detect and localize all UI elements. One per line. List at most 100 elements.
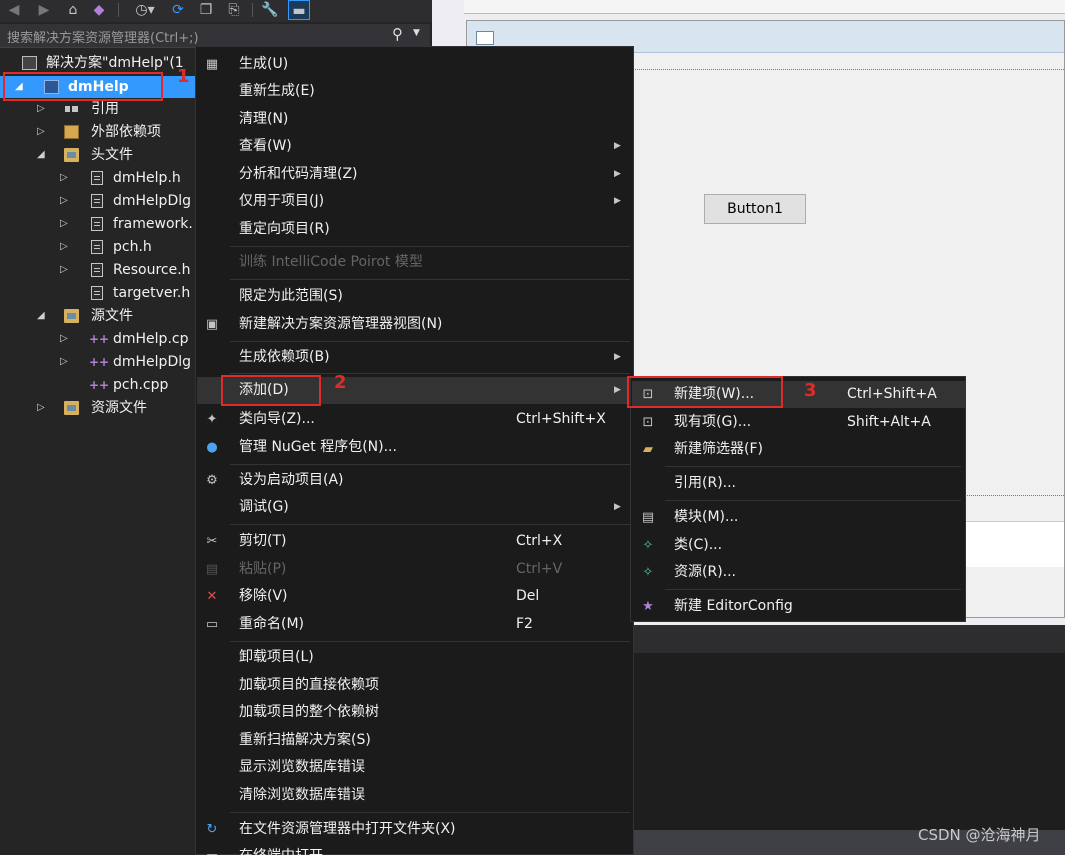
scissors-icon: ✂ bbox=[206, 534, 218, 549]
menu-item-clear-db-errors[interactable]: 清除浏览数据库错误 bbox=[196, 782, 633, 809]
menu-item-class-wizard[interactable]: ✦ 类向导(Z)... Ctrl+Shift+X bbox=[196, 406, 633, 433]
vs-switch-icon[interactable]: ◆ bbox=[90, 0, 108, 20]
menu-item-rescan[interactable]: 重新扫描解决方案(S) bbox=[196, 727, 633, 754]
tree-item-header-files[interactable]: ◢ 头文件 bbox=[0, 144, 200, 166]
menu-item-open-terminal[interactable]: ▭ 在终端中打开 bbox=[196, 843, 633, 855]
tree-item-source-files[interactable]: ◢ 源文件 bbox=[0, 305, 200, 327]
tree-item-label: 引用 bbox=[91, 101, 119, 117]
button1-control[interactable]: Button1 bbox=[704, 194, 806, 224]
tree-item-file[interactable]: ▷ ++ dmHelpDlg bbox=[0, 351, 200, 373]
menu-item-scope[interactable]: 限定为此范围(S) bbox=[196, 283, 633, 310]
menu-item-existing-item[interactable]: ⊡ 现有项(G)... Shift+Alt+A bbox=[631, 409, 965, 436]
menu-item-analyze[interactable]: 分析和代码清理(Z) ▶ bbox=[196, 161, 633, 188]
menu-item-load-tree[interactable]: 加载项目的整个依赖树 bbox=[196, 699, 633, 726]
back-icon[interactable]: ◀ bbox=[6, 0, 22, 20]
menu-item-build[interactable]: ▦ 生成(U) bbox=[196, 51, 633, 78]
copy-icon[interactable]: ⎘ bbox=[224, 0, 244, 20]
tree-item-label: targetver.h bbox=[113, 285, 191, 301]
menu-item-reference[interactable]: 引用(R)... bbox=[631, 470, 965, 497]
menu-item-nuget[interactable]: ● 管理 NuGet 程序包(N)... bbox=[196, 434, 633, 461]
cpp-file-icon: ++ bbox=[89, 355, 110, 369]
tree-item-file[interactable]: ▷ pch.h bbox=[0, 236, 200, 258]
ruler bbox=[464, 0, 1065, 14]
filter-folder-icon bbox=[64, 309, 79, 323]
home-icon[interactable]: ⌂ bbox=[64, 0, 82, 20]
tree-item-resource-files[interactable]: ▷ 资源文件 bbox=[0, 397, 200, 419]
menu-item-clean[interactable]: 清理(N) bbox=[196, 106, 633, 133]
tree-item-file[interactable]: ▷ dmHelpDlg bbox=[0, 190, 200, 212]
collapsed-arrow-icon[interactable]: ▷ bbox=[37, 121, 45, 143]
tree-item-file[interactable]: ▷ framework. bbox=[0, 213, 200, 235]
submenu-arrow-icon: ▶ bbox=[614, 352, 621, 362]
pin-icon[interactable]: ▬ bbox=[288, 0, 310, 20]
filter-folder-icon bbox=[64, 401, 79, 415]
tree-item-file[interactable]: ▷ dmHelp.h bbox=[0, 167, 200, 189]
menu-item-resource[interactable]: ✧ 资源(R)... bbox=[631, 559, 965, 586]
menu-item-module[interactable]: ▤ 模块(M)... bbox=[631, 504, 965, 531]
expanded-arrow-icon[interactable]: ◢ bbox=[37, 305, 45, 327]
tree-item-file[interactable]: targetver.h bbox=[0, 282, 200, 304]
collapsed-arrow-icon[interactable]: ▷ bbox=[60, 351, 68, 373]
collapsed-arrow-icon[interactable]: ▷ bbox=[60, 259, 68, 281]
menu-item-cut[interactable]: ✂ 剪切(T) Ctrl+X bbox=[196, 528, 633, 555]
menu-item-show-db-errors[interactable]: 显示浏览数据库错误 bbox=[196, 754, 633, 781]
chevron-down-icon[interactable]: ▼ bbox=[413, 28, 420, 38]
forward-icon[interactable]: ▶ bbox=[36, 0, 52, 20]
menu-item-new-view[interactable]: ▣ 新建解决方案资源管理器视图(N) bbox=[196, 311, 633, 338]
menu-item-rename[interactable]: ▭ 重命名(M) F2 bbox=[196, 611, 633, 638]
collapse-icon[interactable]: ❐ bbox=[196, 0, 216, 20]
collapsed-arrow-icon[interactable]: ▷ bbox=[60, 190, 68, 212]
search-icon[interactable]: ⚲ bbox=[392, 25, 403, 43]
menu-item-label: 限定为此范围(S) bbox=[239, 288, 343, 304]
annotation-box-1 bbox=[3, 72, 163, 101]
tree-item-file[interactable]: ▷ Resource.h bbox=[0, 259, 200, 281]
collapsed-arrow-icon[interactable]: ▷ bbox=[60, 328, 68, 350]
history-icon[interactable]: ◷▾ bbox=[132, 0, 158, 20]
menu-item-label: 管理 NuGet 程序包(N)... bbox=[239, 439, 397, 455]
menu-separator bbox=[230, 812, 630, 813]
menu-item-class[interactable]: ✧ 类(C)... bbox=[631, 532, 965, 559]
menu-item-label: 调试(G) bbox=[239, 499, 289, 515]
collapsed-arrow-icon[interactable]: ▷ bbox=[37, 397, 45, 419]
menu-item-unload[interactable]: 卸载项目(L) bbox=[196, 644, 633, 671]
menu-item-open-folder[interactable]: ↻ 在文件资源管理器中打开文件夹(X) bbox=[196, 816, 633, 843]
menu-item-shortcut: Ctrl+X bbox=[516, 533, 563, 549]
tree-item-label: framework. bbox=[113, 216, 193, 232]
submenu-arrow-icon: ▶ bbox=[614, 502, 621, 512]
tree-item-solution[interactable]: 解决方案"dmHelp"(1 bbox=[0, 52, 200, 74]
annotation-number-3: 3 bbox=[804, 380, 817, 401]
new-view-icon: ▣ bbox=[205, 317, 219, 332]
menu-item-label: 重新生成(E) bbox=[239, 83, 315, 99]
collapsed-arrow-icon[interactable]: ▷ bbox=[60, 213, 68, 235]
submenu-arrow-icon: ▶ bbox=[614, 196, 621, 206]
collapsed-arrow-icon[interactable]: ▷ bbox=[37, 98, 45, 120]
menu-item-rebuild[interactable]: 重新生成(E) bbox=[196, 78, 633, 105]
submenu-arrow-icon: ▶ bbox=[614, 141, 621, 151]
menu-item-load-direct[interactable]: 加载项目的直接依赖项 bbox=[196, 672, 633, 699]
menu-item-label: 生成依赖项(B) bbox=[239, 349, 330, 365]
menu-item-retarget[interactable]: 重定向项目(R) bbox=[196, 216, 633, 243]
tree-item-references[interactable]: ▷ 引用 bbox=[0, 98, 200, 120]
menu-item-startup[interactable]: ⚙ 设为启动项目(A) bbox=[196, 467, 633, 494]
properties-icon[interactable]: 🔧 bbox=[260, 0, 280, 20]
menu-item-project-only[interactable]: 仅用于项目(J) ▶ bbox=[196, 188, 633, 215]
collapsed-arrow-icon[interactable]: ▷ bbox=[60, 167, 68, 189]
menu-item-editorconfig[interactable]: ★ 新建 EditorConfig bbox=[631, 593, 965, 620]
search-input[interactable]: 搜索解决方案资源管理器(Ctrl+;) ⚲ ▼ bbox=[0, 24, 430, 48]
filter-folder-icon bbox=[64, 148, 79, 162]
expanded-arrow-icon[interactable]: ◢ bbox=[37, 144, 45, 166]
collapsed-arrow-icon[interactable]: ▷ bbox=[60, 236, 68, 258]
tree-item-file[interactable]: ▷ ++ dmHelp.cp bbox=[0, 328, 200, 350]
menu-item-shortcut: F2 bbox=[516, 616, 533, 632]
menu-item-remove[interactable]: ✕ 移除(V) Del bbox=[196, 583, 633, 610]
menu-item-label: 加载项目的整个依赖树 bbox=[239, 704, 379, 720]
tree-item-external-deps[interactable]: ▷ 外部依赖项 bbox=[0, 121, 200, 143]
tree-item-file[interactable]: ++ pch.cpp bbox=[0, 374, 200, 396]
menu-item-build-deps[interactable]: 生成依赖项(B) ▶ bbox=[196, 344, 633, 371]
toolbar-separator bbox=[252, 3, 253, 17]
menu-item-new-filter[interactable]: ▰ 新建筛选器(F) bbox=[631, 436, 965, 463]
sync-icon[interactable]: ⟳ bbox=[168, 0, 188, 20]
menu-item-view[interactable]: 查看(W) ▶ bbox=[196, 133, 633, 160]
header-file-icon bbox=[91, 217, 103, 231]
menu-item-debug[interactable]: 调试(G) ▶ bbox=[196, 494, 633, 521]
